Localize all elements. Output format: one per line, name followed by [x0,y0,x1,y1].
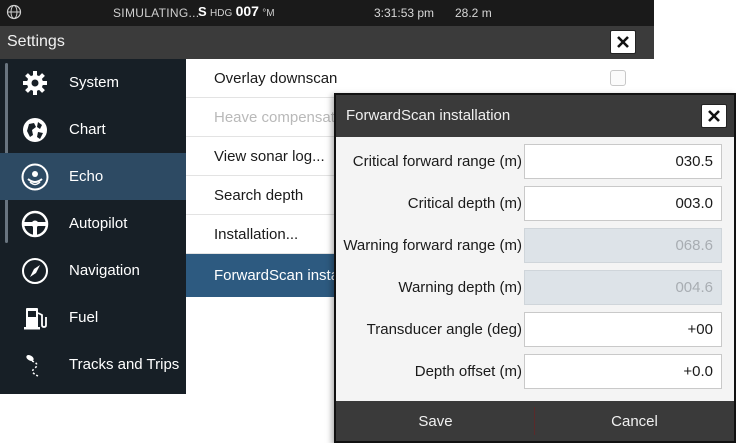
sidebar-item-label: Autopilot [69,215,128,232]
sidebar-item-echo[interactable]: Echo [0,153,186,200]
sidebar-item-label: Fuel [69,309,99,326]
echo-sonar-icon [21,163,49,191]
forwardscan-installation-dialog: ForwardScan installation Critical forwar… [334,93,736,443]
heading-readout: S HDG 007 °M [198,3,275,19]
field-label: Warning forward range (m) [343,237,522,254]
sidebar-item-label: Echo [69,168,104,185]
cancel-button[interactable]: Cancel [535,401,734,441]
heading-label: HDG [210,8,233,19]
dialog-titlebar: ForwardScan installation [336,95,734,137]
sidebar-item-autopilot[interactable]: Autopilot [0,200,186,247]
screen: SIMULATING... S HDG 007 °M 3:31:53 pm 28… [0,0,736,443]
heading-unit: °M [262,8,275,19]
clock-time: 3:31:53 pm [374,6,435,20]
field-label: Transducer angle (deg) [366,321,522,338]
track-icon [26,355,39,377]
depth-readout: 28.2 m [455,6,492,20]
chart-globe-icon [23,118,47,142]
close-icon [617,36,629,48]
row-label: View sonar log... [214,148,325,165]
dialog-footer: Save Cancel [336,401,734,441]
sidebar-item-navigation[interactable]: Navigation [0,247,186,294]
sidebar-item-system[interactable]: System [0,59,186,106]
warning-forward-range-input: 068.6 [524,228,722,263]
row-label: Overlay downscan [214,70,338,87]
sidebar-item-label: Navigation [69,262,140,279]
field-depth-offset: Depth offset (m) +0.0 [336,354,734,391]
field-label: Warning depth (m) [398,279,522,296]
autopilot-wheel-icon [21,210,49,238]
settings-title: Settings [7,33,65,50]
field-critical-forward-range: Critical forward range (m) 030.5 [336,144,734,181]
sidebar-item-chart[interactable]: Chart [0,106,186,153]
row-label: Search depth [214,187,304,204]
simulating-indicator: SIMULATING... [113,6,200,20]
dialog-close-button[interactable] [701,104,727,128]
sidebar-item-tracks-and-trips[interactable]: Tracks and Trips [0,341,186,388]
row-label: Installation... [214,226,299,243]
critical-forward-range-input[interactable]: 030.5 [524,144,722,179]
warning-depth-input: 004.6 [524,270,722,305]
heading-prefix: S [198,4,207,19]
status-bar: SIMULATING... S HDG 007 °M 3:31:53 pm 28… [0,0,654,26]
compass-icon [22,258,48,284]
close-icon [708,110,720,122]
field-warning-forward-range: Warning forward range (m) 068.6 [336,228,734,265]
dialog-title: ForwardScan installation [346,107,511,124]
settings-close-button[interactable] [610,30,636,54]
field-transducer-angle: Transducer angle (deg) +00 [336,312,734,349]
field-label: Critical depth (m) [407,195,522,212]
sidebar-item-label: Tracks and Trips [69,356,180,373]
depth-offset-input[interactable]: +0.0 [524,354,722,389]
field-warning-depth: Warning depth (m) 004.6 [336,270,734,307]
sidebar-item-fuel[interactable]: Fuel [0,294,186,341]
field-label: Critical forward range (m) [352,153,522,170]
sidebar-item-label: Chart [69,121,106,138]
transducer-angle-input[interactable]: +00 [524,312,722,347]
heading-value: 007 [235,3,259,19]
gear-icon [23,71,47,95]
field-label: Depth offset (m) [414,363,522,380]
overlay-downscan-checkbox[interactable] [610,70,626,86]
fuel-pump-icon [24,308,47,330]
sidebar-item-label: System [69,74,120,91]
field-critical-depth: Critical depth (m) 003.0 [336,186,734,223]
globe-icon[interactable] [6,4,22,20]
settings-titlebar: Settings [0,26,654,59]
settings-sidebar: System Chart Echo Autopilot Navigation F… [0,59,186,394]
save-button[interactable]: Save [336,401,535,441]
critical-depth-input[interactable]: 003.0 [524,186,722,221]
